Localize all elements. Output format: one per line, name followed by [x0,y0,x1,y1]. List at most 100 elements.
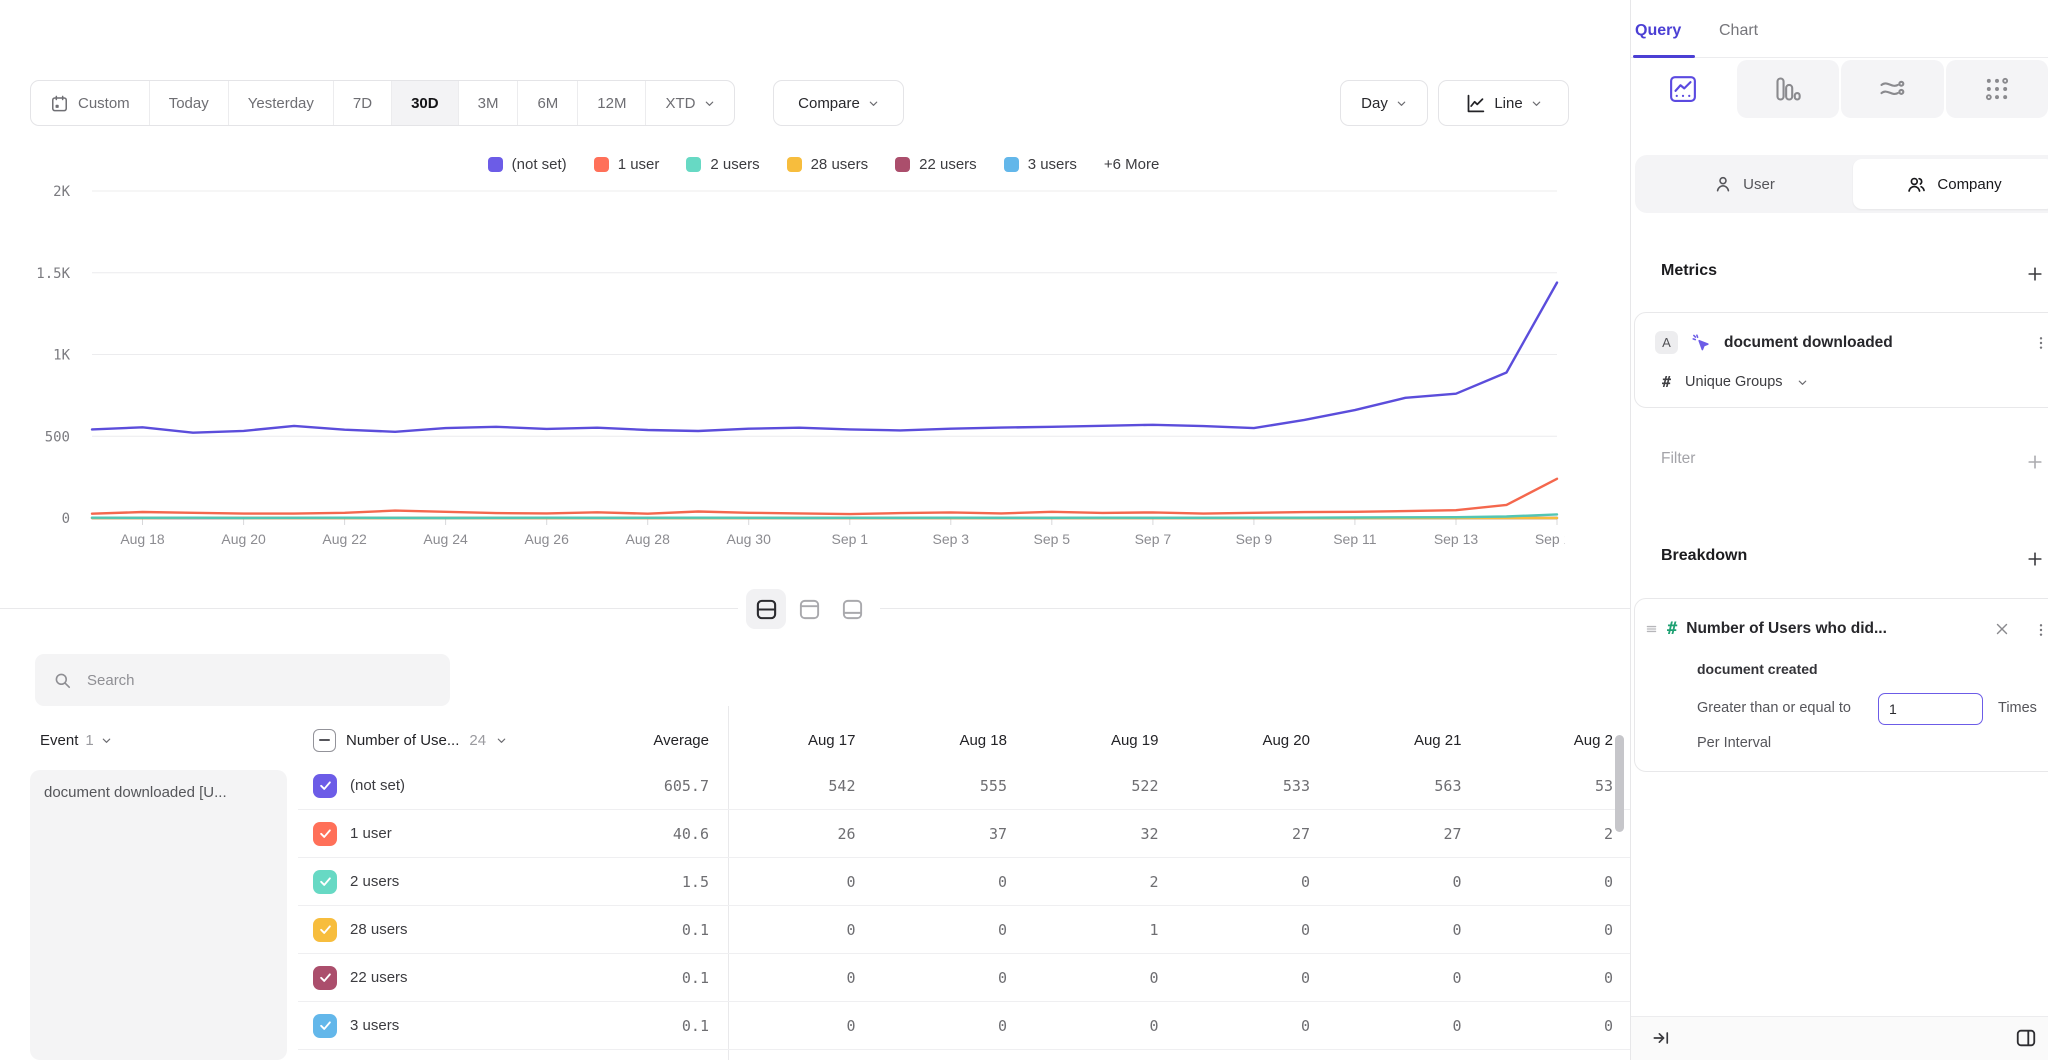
panel-footer [1631,1016,2048,1060]
chevron-down-icon [1396,98,1407,109]
row-value: 26 [728,825,880,843]
range-button-xtd[interactable]: XTD [646,81,734,125]
split-view-button[interactable] [2015,1027,2037,1054]
date-column-header[interactable]: Aug 2 [1486,732,1631,749]
numeric-breakdown-icon: # [1667,619,1677,639]
row-average-value: 1.5 [608,873,709,891]
row-checkbox[interactable] [313,966,337,990]
breakdown-interval[interactable]: Per Interval [1697,735,1771,751]
line-chart[interactable]: 05001K1.5K2KAug 18Aug 20Aug 22Aug 24Aug … [20,178,1565,556]
date-column-header[interactable]: Aug 17 [728,732,880,749]
row-value: 0 [1334,1017,1486,1035]
layout-table-only-button[interactable] [832,589,872,629]
breakdown-event[interactable]: document created [1697,661,1818,677]
collapse-panel-button[interactable] [1651,1028,1671,1053]
row-value: 542 [728,777,880,795]
legend-item[interactable]: 3 users [1004,156,1077,173]
chevron-down-icon [1531,98,1542,109]
add-metric-button[interactable] [2023,262,2047,286]
add-filter-button[interactable] [2023,450,2047,474]
date-column-header[interactable]: Aug 18 [880,732,1032,749]
legend-item[interactable]: 28 users [787,156,869,173]
range-button-3m[interactable]: 3M [459,81,519,125]
row-checkbox[interactable] [313,870,337,894]
compare-button[interactable]: Compare [773,80,904,126]
breakdown-condition[interactable]: Greater than or equal to [1697,700,1851,716]
chart-style-dropdown[interactable]: Line [1438,80,1569,126]
legend-swatch [895,157,910,172]
range-button-7d[interactable]: 7D [334,81,392,125]
drag-handle-icon[interactable] [1645,621,1658,637]
range-button-custom[interactable]: Custom [31,81,150,125]
row-value: 0 [728,1017,880,1035]
legend-more[interactable]: +6 More [1104,156,1159,173]
chart-type-flow-button[interactable] [1841,60,1944,118]
range-button-12m[interactable]: 12M [578,81,646,125]
table-body: (not set)605.7542555522533563531 user40.… [298,762,1630,1050]
row-checkbox[interactable] [313,1014,337,1038]
range-label: Today [169,95,209,112]
average-column-header[interactable]: Average [608,732,709,749]
layout-chart-only-button[interactable] [789,589,829,629]
row-checkbox[interactable] [313,774,337,798]
tab-query[interactable]: Query [1635,22,1681,40]
check-icon [318,778,333,793]
breakdown-value-input[interactable] [1878,693,1983,725]
svg-text:Sep 9: Sep 9 [1236,531,1273,547]
metric-card[interactable]: A document downloaded # Unique Groups [1634,312,2048,408]
row-average-value: 0.1 [608,1017,709,1035]
legend-item[interactable]: (not set) [488,156,567,173]
chart-only-layout-icon [798,598,821,621]
date-column-header[interactable]: Aug 20 [1183,732,1335,749]
split-layout-icon [755,598,778,621]
legend-item[interactable]: 1 user [594,156,660,173]
legend-item[interactable]: 22 users [895,156,977,173]
row-value: 0 [728,873,880,891]
check-icon [318,970,333,985]
row-value: 1 [1031,921,1183,939]
metric-menu-button[interactable] [2033,333,2048,358]
metric-aggregation-dropdown[interactable]: # Unique Groups [1662,373,1808,391]
row-value: 0 [1486,921,1631,939]
entity-company-option[interactable]: Company [1853,159,2048,209]
row-checkbox[interactable] [313,918,337,942]
breakdown-menu-button[interactable] [2033,620,2048,645]
table-scrollbar[interactable] [1615,735,1624,832]
chart-type-scatter-button[interactable] [1946,60,2048,118]
row-value: 2 [1486,825,1631,843]
breakdown-unit: Times [1998,700,2037,716]
tab-chart[interactable]: Chart [1719,22,1758,40]
main-area: Custom Today Yesterday7D 30D 3M6M12MXTD Comp… [0,0,1630,1060]
legend-item[interactable]: 2 users [686,156,759,173]
svg-text:Aug 22: Aug 22 [322,531,367,547]
date-column-header[interactable]: Aug 19 [1031,732,1183,749]
range-button-30d[interactable]: 30D [392,81,459,125]
row-average-value: 40.6 [608,825,709,843]
search-input[interactable] [35,654,450,706]
event-column-header[interactable]: Event 1 [0,732,298,749]
add-breakdown-button[interactable] [2023,547,2047,571]
interval-dropdown[interactable]: Day [1340,80,1428,126]
chart-type-bar-button[interactable] [1737,60,1840,118]
table-only-layout-icon [841,598,864,621]
legend-label: 2 users [710,156,759,173]
row-checkbox[interactable] [313,822,337,846]
range-button-yesterday[interactable]: Yesterday [229,81,334,125]
table-search [35,654,450,706]
range-button-today[interactable]: Today [150,81,229,125]
remove-breakdown-button[interactable] [1993,620,2011,643]
table-row: 28 users0.1001000 [298,906,1630,954]
chart-type-line-button[interactable] [1632,60,1735,118]
group-column-header[interactable]: Number of Use... 24 [298,729,608,752]
layout-split-button[interactable] [746,589,786,629]
row-value: 0 [1031,1017,1183,1035]
range-button-6m[interactable]: 6M [518,81,578,125]
date-column-header[interactable]: Aug 21 [1334,732,1486,749]
event-list-item[interactable]: document downloaded [U... [30,770,287,1060]
legend-swatch [787,157,802,172]
select-all-checkbox[interactable] [313,729,336,752]
range-label: 30D [411,95,439,112]
chevron-down-icon [1797,377,1808,388]
entity-user-option[interactable]: User [1635,155,1853,213]
row-label-cell: 1 user [298,822,608,846]
